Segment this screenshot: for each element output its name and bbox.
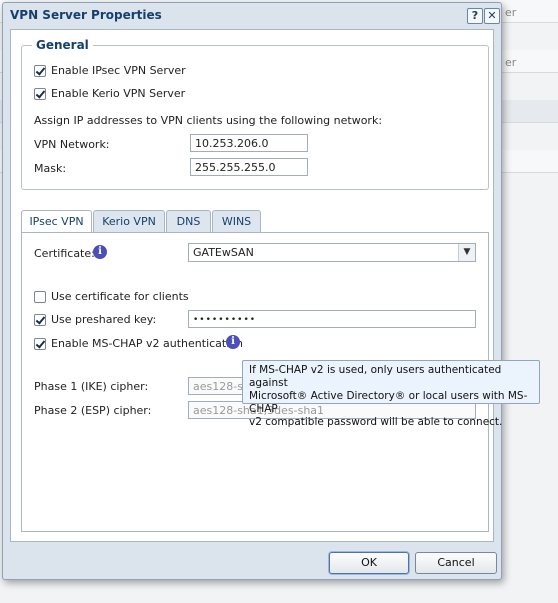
chevron-down-icon[interactable]: ▼ (458, 244, 475, 261)
background-text: er (505, 56, 517, 69)
use-cert-row[interactable]: Use certificate for clients (34, 290, 189, 303)
dialog-title: VPN Server Properties (10, 8, 162, 22)
use-psk-checkbox[interactable] (34, 313, 46, 326)
assign-text: Assign IP addresses to VPN clients using… (34, 114, 383, 127)
dialog-titlebar[interactable]: VPN Server Properties ? ✕ (3, 3, 501, 29)
certificate-label: Certificate: (34, 247, 95, 260)
mschap-label: Enable MS-CHAP v2 authentication (51, 337, 243, 350)
mask-label: Mask: (34, 162, 67, 175)
cancel-button[interactable]: Cancel (415, 552, 497, 574)
vpn-network-input[interactable]: 10.253.206.0 (190, 134, 308, 152)
mschap-checkbox[interactable] (34, 337, 46, 350)
tooltip-line: Microsoft® Active Directory® or local us… (249, 390, 528, 415)
use-cert-checkbox[interactable] (34, 290, 46, 303)
preshared-key-input[interactable]: •••••••••• (188, 310, 476, 328)
certificate-value: GATEwSAN (193, 246, 254, 259)
mschap-row[interactable]: Enable MS-CHAP v2 authentication (34, 337, 243, 350)
tab-ipsec-vpn[interactable]: IPsec VPN (21, 210, 92, 233)
dialog-content: General Enable IPsec VPN Server Enable K… (10, 29, 494, 542)
enable-kerio-checkbox[interactable] (34, 87, 46, 100)
vpn-network-label: VPN Network: (34, 138, 110, 151)
enable-kerio-row[interactable]: Enable Kerio VPN Server (34, 87, 185, 100)
enable-ipsec-checkbox[interactable] (34, 64, 46, 77)
tab-dns[interactable]: DNS (166, 210, 211, 232)
tab-wins[interactable]: WINS (212, 210, 261, 232)
vpn-server-properties-dialog: VPN Server Properties ? ✕ General Enable… (2, 2, 502, 580)
tab-kerio-vpn[interactable]: Kerio VPN (93, 210, 165, 232)
certificate-select[interactable]: GATEwSAN ▼ (188, 243, 476, 262)
use-cert-label: Use certificate for clients (51, 290, 189, 303)
enable-ipsec-row[interactable]: Enable IPsec VPN Server (34, 64, 186, 77)
phase2-label: Phase 2 (ESP) cipher: (34, 404, 152, 417)
ok-button[interactable]: OK (329, 552, 409, 574)
certificate-info-icon[interactable]: i (93, 245, 107, 259)
enable-ipsec-label: Enable IPsec VPN Server (51, 64, 186, 77)
phase1-label: Phase 1 (IKE) cipher: (34, 380, 149, 393)
close-button[interactable]: ✕ (484, 8, 500, 24)
general-legend: General (32, 38, 93, 52)
enable-kerio-label: Enable Kerio VPN Server (51, 87, 186, 100)
mask-input[interactable]: 255.255.255.0 (190, 158, 308, 176)
tooltip-line: If MS-CHAP v2 is used, only users authen… (249, 364, 502, 389)
mschap-tooltip: If MS-CHAP v2 is used, only users authen… (242, 360, 540, 428)
use-psk-label: Use preshared key: (51, 313, 157, 326)
background-text: er (505, 6, 517, 19)
tooltip-line: v2 compatible password will be able to c… (249, 416, 503, 428)
general-fieldset: General Enable IPsec VPN Server Enable K… (21, 38, 489, 190)
help-button[interactable]: ? (467, 8, 483, 24)
use-psk-row[interactable]: Use preshared key: (34, 313, 156, 326)
mschap-info-icon[interactable]: i (226, 335, 240, 349)
